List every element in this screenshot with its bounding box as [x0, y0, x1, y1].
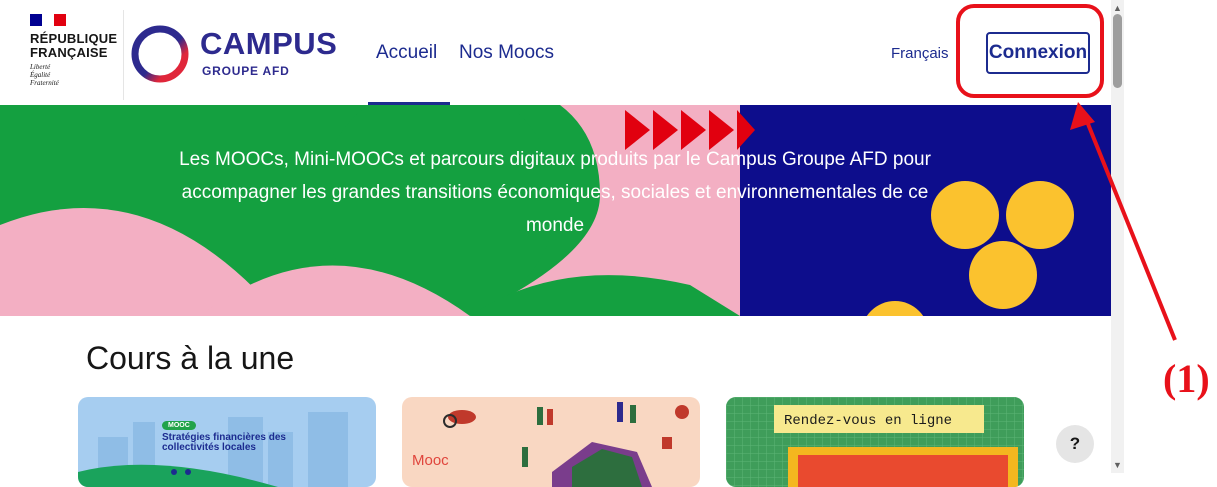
featured-section-title: Cours à la une [86, 340, 295, 376]
republique-francaise-logo[interactable]: RÉPUBLIQUE FRANÇAISE Liberté Égalité Fra… [30, 14, 120, 94]
motto-liberte: Liberté [30, 63, 51, 71]
campus-logo[interactable]: CAMPUS GROUPE AFD [130, 24, 340, 84]
republique-name-line2: FRANÇAISE [30, 45, 108, 60]
nav-accueil[interactable]: Accueil [376, 42, 437, 64]
card1-tag: MOOC [162, 421, 196, 430]
header-divider [123, 10, 124, 100]
help-icon[interactable]: ? [1056, 425, 1094, 463]
scroll-up-icon[interactable]: ▲ [1111, 2, 1124, 14]
campus-title: CAMPUS [200, 26, 338, 61]
card2-tag: Mooc [412, 452, 449, 469]
campus-ring-icon [131, 25, 189, 83]
course-card-rendez-vous[interactable]: Rendez-vous en ligne [726, 397, 1024, 487]
nav-nos-moocs[interactable]: Nos Moocs [459, 42, 554, 64]
card2-illustration [443, 402, 689, 487]
card3-illustration [726, 397, 1024, 487]
republique-flag-icon [30, 14, 66, 26]
card1-title: Stratégies financières des collectivités… [162, 432, 286, 453]
republique-name-line1: RÉPUBLIQUE [30, 31, 118, 46]
annotation-label: (1) [1163, 356, 1210, 401]
language-selector[interactable]: Français [891, 45, 949, 62]
campus-subtitle: GROUPE AFD [202, 64, 290, 78]
motto-egalite: Égalité [30, 71, 51, 79]
site-header: RÉPUBLIQUE FRANÇAISE Liberté Égalité Fra… [0, 0, 1111, 105]
scroll-thumb[interactable] [1113, 14, 1122, 88]
course-card-strategies-financieres[interactable]: MOOC Stratégies financières des collecti… [78, 397, 376, 487]
scroll-down-icon[interactable]: ▼ [1111, 459, 1124, 471]
course-card-mooc[interactable]: Mooc [402, 397, 700, 487]
motto-fraternite: Fraternité [30, 79, 59, 87]
annotation-highlight-box [956, 4, 1104, 98]
card3-title: Rendez-vous en ligne [784, 413, 953, 429]
hero-banner: Les MOOCs, Mini-MOOCs et parcours digita… [0, 105, 1111, 316]
annotation-arrow-icon [1070, 102, 1177, 341]
banner-tagline: Les MOOCs, Mini-MOOCs et parcours digita… [179, 149, 931, 236]
